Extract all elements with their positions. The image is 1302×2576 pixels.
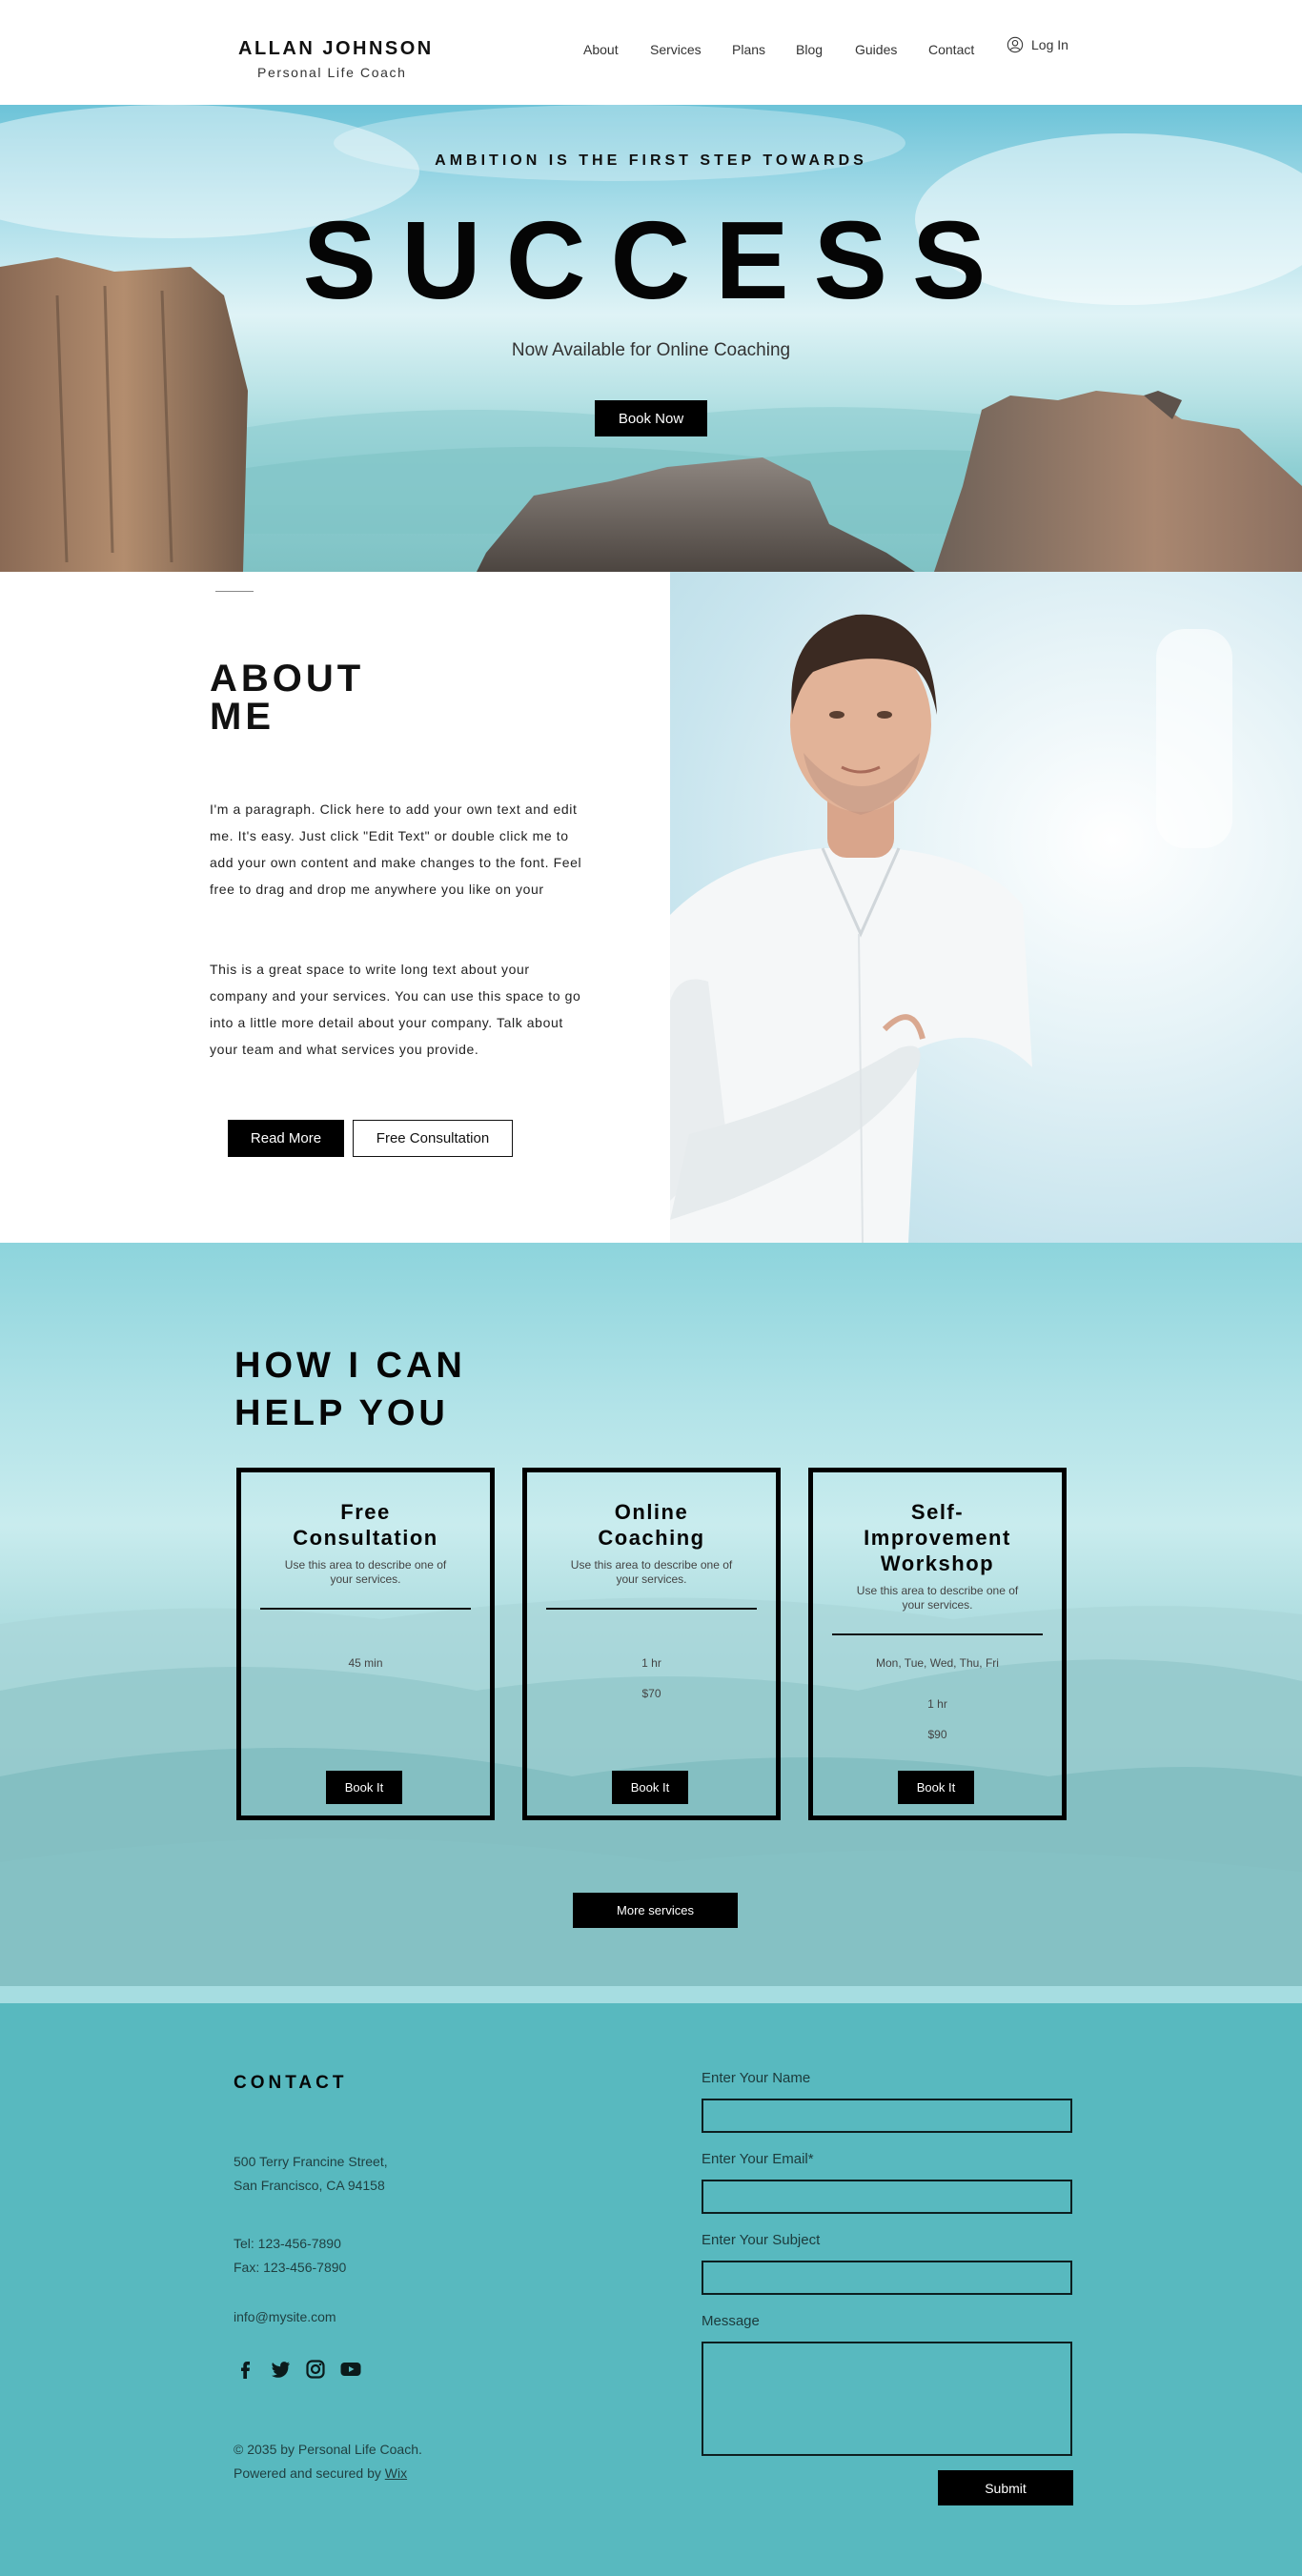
service-card-divider [546, 1608, 757, 1610]
service-card-title: Free Consultation [241, 1499, 490, 1551]
contact-email[interactable]: info@mysite.com [234, 2305, 336, 2329]
free-consultation-button[interactable]: Free Consultation [353, 1120, 513, 1157]
service-card-price: $70 [641, 1687, 661, 1700]
service-card-divider [832, 1633, 1043, 1635]
about-title-line2: ME [210, 696, 275, 738]
services-section: HOW I CAN HELP YOU Free Consultation Use… [0, 1243, 1302, 1986]
copyright-text: © 2035 by Personal Life Coach. [234, 2442, 422, 2457]
service-card-description: Use this area to describe one of your se… [570, 1558, 733, 1586]
name-field[interactable] [702, 2099, 1072, 2133]
name-label: Enter Your Name [702, 2070, 811, 2086]
social-links [234, 2358, 362, 2381]
site-header: ALLAN JOHNSON Personal Life Coach About … [0, 0, 1302, 105]
subject-label: Enter Your Subject [702, 2232, 821, 2248]
login-button[interactable]: Log In [1007, 36, 1068, 53]
service-card-duration: 1 hr [641, 1656, 661, 1670]
service-card-divider [260, 1608, 471, 1610]
about-title: ABOUT ME [210, 659, 364, 736]
contact-address: 500 Terry Francine Street, San Francisco… [234, 2150, 388, 2198]
service-card-title: Self- Improvement Workshop [813, 1499, 1062, 1576]
service-card-self-improvement-workshop: Self- Improvement Workshop Use this area… [808, 1468, 1067, 1820]
user-circle-icon [1007, 36, 1024, 53]
contact-phones: Tel: 123-456-7890 Fax: 123-456-7890 [234, 2232, 346, 2280]
service-card-days: Mon, Tue, Wed, Thu, Fri [876, 1656, 999, 1670]
book-it-button[interactable]: Book It [898, 1771, 974, 1804]
service-card-title-line: Coaching [598, 1526, 705, 1550]
book-now-button[interactable]: Book Now [595, 400, 707, 436]
hero-subtitle: Now Available for Online Coaching [511, 340, 791, 360]
message-label: Message [702, 2313, 760, 2329]
divider [215, 591, 254, 592]
service-card-online-coaching: Online Coaching Use this area to describ… [522, 1468, 781, 1820]
main-nav: About Services Plans Blog Guides Contact [0, 42, 1302, 63]
about-title-line1: ABOUT [210, 658, 365, 700]
services-title-line2: HELP YOU [234, 1393, 449, 1433]
service-card-title-line: Improvement [864, 1526, 1011, 1550]
nav-about[interactable]: About [583, 42, 619, 57]
email-field[interactable] [702, 2180, 1072, 2214]
contact-tel: Tel: 123-456-7890 [234, 2236, 341, 2251]
nav-contact[interactable]: Contact [928, 42, 974, 57]
service-card-duration: 45 min [348, 1656, 383, 1670]
contact-fax: Fax: 123-456-7890 [234, 2260, 347, 2275]
nav-plans[interactable]: Plans [732, 42, 765, 57]
message-field[interactable] [702, 2342, 1072, 2456]
service-card-title-line: Workshop [880, 1552, 995, 1575]
email-label: Enter Your Email* [702, 2151, 814, 2167]
hero-mountain-image [0, 105, 1302, 572]
contact-section: CONTACT 500 Terry Francine Street, San F… [0, 2003, 1302, 2576]
services-title: HOW I CAN HELP YOU [234, 1342, 466, 1437]
services-title-line1: HOW I CAN [234, 1346, 466, 1386]
service-card-title-line: Self- [910, 1500, 965, 1524]
service-card-title-line: Free [340, 1500, 391, 1524]
address-line2: San Francisco, CA 94158 [234, 2178, 385, 2193]
service-card-description: Use this area to describe one of your se… [856, 1584, 1019, 1612]
hero-tagline: AMBITION IS THE FIRST STEP TOWARDS [435, 152, 867, 169]
submit-button[interactable]: Submit [938, 2470, 1073, 2505]
address-line1: 500 Terry Francine Street, [234, 2154, 388, 2169]
service-card-free-consultation: Free Consultation Use this area to descr… [236, 1468, 495, 1820]
subject-field[interactable] [702, 2261, 1072, 2295]
login-label: Log In [1031, 37, 1068, 52]
service-card-title-line: Consultation [293, 1526, 438, 1550]
instagram-icon[interactable] [304, 2358, 327, 2381]
service-card-title: Online Coaching [527, 1499, 776, 1551]
about-paragraph-2: This is a great space to write long text… [210, 962, 581, 1057]
powered-by-text: Powered and secured by [234, 2465, 381, 2481]
powered-by: Powered and secured by Wix [234, 2462, 422, 2485]
coach-portrait-image [670, 572, 1302, 1243]
wix-link[interactable]: Wix [385, 2465, 407, 2481]
youtube-icon[interactable] [339, 2358, 362, 2381]
footer-copyright: © 2035 by Personal Life Coach. Powered a… [234, 2438, 422, 2485]
service-card-description: Use this area to describe one of your se… [284, 1558, 447, 1586]
nav-services[interactable]: Services [650, 42, 702, 57]
book-it-button[interactable]: Book It [326, 1771, 402, 1804]
twitter-icon[interactable] [269, 2358, 292, 2381]
about-section: ABOUT ME I'm a paragraph. Click here to … [0, 572, 1302, 1243]
contact-title: CONTACT [234, 2073, 348, 2093]
read-more-button[interactable]: Read More [228, 1120, 344, 1157]
book-it-button[interactable]: Book It [612, 1771, 688, 1804]
nav-blog[interactable]: Blog [796, 42, 823, 57]
service-card-title-line: Online [614, 1500, 689, 1524]
hero-title: SUCCESS [302, 198, 1011, 322]
section-divider-strip [0, 1986, 1302, 2003]
service-card-duration: 1 hr [927, 1697, 947, 1711]
service-card-price: $90 [927, 1728, 947, 1741]
hero-section: AMBITION IS THE FIRST STEP TOWARDS SUCCE… [0, 105, 1302, 572]
nav-guides[interactable]: Guides [855, 42, 897, 57]
brand-subtitle: Personal Life Coach [257, 65, 407, 80]
more-services-button[interactable]: More services [573, 1893, 738, 1928]
about-paragraph-1: I'm a paragraph. Click here to add your … [210, 801, 582, 897]
facebook-icon[interactable] [234, 2358, 256, 2381]
